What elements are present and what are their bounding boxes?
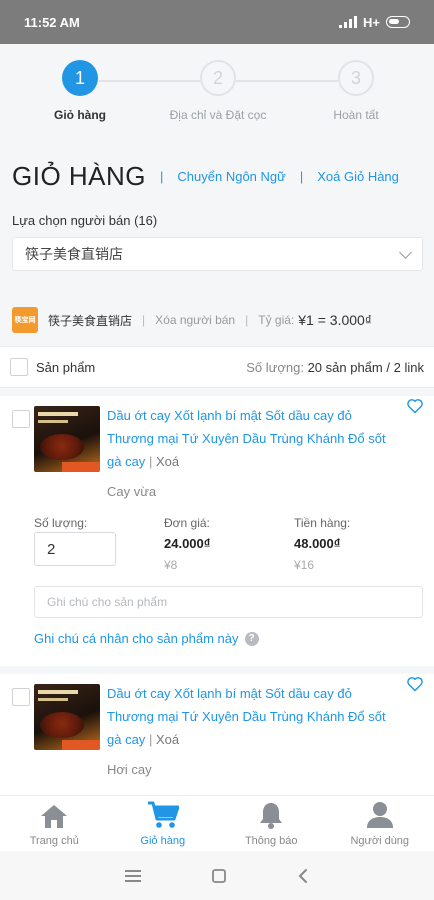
back-icon[interactable]	[297, 868, 309, 884]
cart-item: Dầu ớt cay Xốt lạnh bí mật Sốt dầu cay đ…	[0, 396, 434, 666]
unit-price: 24.000₫	[164, 536, 211, 551]
exchange-rate-value: ¥1 = 3.000₫	[298, 312, 372, 328]
delete-item-link[interactable]: Xoá	[156, 732, 179, 747]
help-icon[interactable]: ?	[244, 631, 259, 646]
item-checkbox[interactable]	[12, 410, 30, 428]
nav-user[interactable]: Người dùng	[326, 796, 434, 851]
bell-icon	[260, 803, 283, 829]
step-address: 2 Địa chỉ và Đặt cọc	[163, 60, 273, 122]
step-label: Địa chỉ và Đặt cọc	[169, 108, 267, 122]
checkout-stepper: 1 Giỏ hàng 2 Địa chỉ và Đặt cọc 3 Hoàn t…	[0, 60, 434, 140]
product-thumbnail[interactable]	[34, 406, 100, 472]
bottom-nav: Trang chủ Giỏ hàng Thông báo Người dùng	[0, 795, 434, 851]
qty-label: Số lượng:	[34, 516, 88, 530]
product-thumbnail[interactable]	[34, 684, 100, 750]
step-number: 1	[62, 60, 98, 96]
product-name[interactable]: Dầu ớt cay Xốt lạnh bí mật Sốt dầu cay đ…	[107, 404, 397, 473]
quantity-summary: Số lượng: 20 sản phẩm / 2 link	[246, 359, 424, 375]
battery-icon	[386, 16, 410, 28]
heart-icon[interactable]	[406, 676, 424, 692]
menu-icon[interactable]	[125, 869, 141, 883]
change-language-link[interactable]: Chuyển Ngôn Ngữ	[177, 169, 285, 184]
total-label: Tiền hàng:	[294, 516, 351, 530]
step-number: 3	[338, 60, 374, 96]
status-bar: 11:52 AM H+	[0, 0, 434, 44]
cart-item: Dầu ớt cay Xốt lạnh bí mật Sốt dầu cay đ…	[0, 674, 434, 795]
heart-icon[interactable]	[406, 398, 424, 414]
network-type: H+	[363, 14, 380, 30]
unit-price-label: Đơn giá:	[164, 516, 210, 530]
step-label: Giỏ hàng	[54, 108, 106, 122]
total-price: 48.000₫	[294, 536, 341, 551]
exchange-rate-label: Tỷ giá:	[258, 313, 295, 327]
unit-price-cny: ¥8	[164, 558, 178, 572]
product-name[interactable]: Dầu ớt cay Xốt lạnh bí mật Sốt dầu cay đ…	[107, 682, 397, 751]
home-square-icon[interactable]	[211, 868, 227, 884]
status-time: 11:52 AM	[24, 14, 80, 30]
variant-label: Cay vừa	[107, 484, 157, 499]
quantity-input[interactable]: 2	[34, 532, 116, 566]
seller-filter-label: Lựa chọn người bán (16)	[12, 213, 158, 228]
personal-note-link[interactable]: Ghi chú cá nhân cho sản phẩm này ?	[34, 631, 259, 646]
nav-notifications[interactable]: Thông báo	[217, 796, 326, 851]
step-number: 2	[200, 60, 236, 96]
step-complete: 3 Hoàn tất	[301, 60, 411, 122]
nav-home[interactable]: Trang chủ	[0, 796, 109, 851]
seller-select[interactable]: 筷子美食直销店	[12, 237, 423, 271]
cart-header: GIỎ HÀNG | Chuyển Ngôn Ngữ | Xoá Giỏ Hàn…	[12, 160, 399, 191]
clear-cart-link[interactable]: Xoá Giỏ Hàng	[317, 169, 399, 184]
status-icons: H+	[339, 15, 410, 30]
total-price-cny: ¥16	[294, 558, 315, 572]
nav-cart[interactable]: Giỏ hàng	[109, 796, 218, 851]
seller-select-value: 筷子美食直销店	[25, 246, 123, 262]
step-label: Hoàn tất	[333, 108, 379, 122]
step-cart: 1 Giỏ hàng	[25, 60, 135, 122]
variant-label: Hơi cay	[107, 762, 152, 777]
user-icon	[366, 802, 393, 828]
shop-name: 筷子美食直销店	[48, 313, 133, 328]
home-icon	[41, 805, 68, 828]
remove-seller-link[interactable]: Xóa người bán	[155, 313, 235, 327]
product-note-input[interactable]: Ghi chú cho sản phẩm	[34, 586, 423, 618]
cart-icon	[147, 801, 179, 828]
chevron-down-icon	[399, 245, 412, 259]
shop-row: 筷宝网 筷子美食直销店 | Xóa người bán | Tỷ giá: ¥1…	[12, 306, 424, 334]
product-header-label: Sản phẩm	[36, 359, 96, 375]
list-header: Sản phẩm Số lượng: 20 sản phẩm / 2 link	[0, 346, 434, 388]
system-nav-bar	[0, 851, 434, 900]
shop-logo: 筷宝网	[12, 307, 38, 333]
delete-item-link[interactable]: Xoá	[156, 454, 179, 469]
signal-icon	[339, 16, 358, 28]
page-title: GIỎ HÀNG	[12, 160, 147, 191]
item-checkbox[interactable]	[12, 688, 30, 706]
select-all-checkbox[interactable]	[10, 358, 28, 376]
